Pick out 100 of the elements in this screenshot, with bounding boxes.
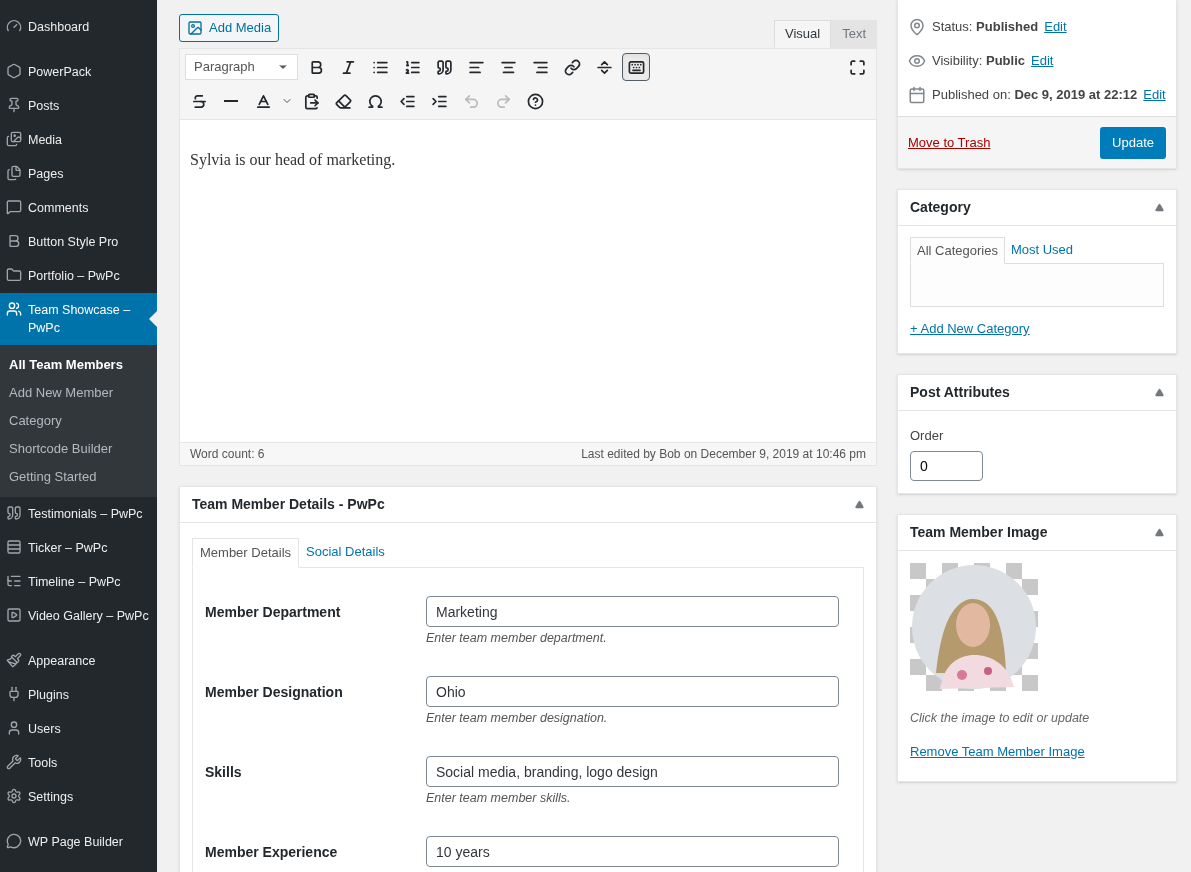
box-title: Team Member Details - PwPc xyxy=(192,495,385,514)
collapse-icon[interactable] xyxy=(855,500,864,509)
remove-image-link[interactable]: Remove Team Member Image xyxy=(910,741,1164,762)
menu-item[interactable]: Ticker – PwPc xyxy=(0,531,157,565)
submenu-item[interactable]: Category xyxy=(0,407,157,435)
category-tab[interactable]: All Categories xyxy=(910,237,1005,264)
menu-item[interactable]: WP Page Builder xyxy=(0,825,157,859)
text-field[interactable]: Ohio xyxy=(426,676,839,707)
menu-item[interactable]: Tools xyxy=(0,746,157,780)
format-select[interactable]: Paragraph xyxy=(185,54,298,80)
current-pointer-icon xyxy=(149,311,157,327)
collapse-icon[interactable] xyxy=(1155,528,1164,537)
text-color-icon xyxy=(254,92,272,110)
submenu-item[interactable]: Shortcode Builder xyxy=(0,435,157,463)
publish-status: Status: Published xyxy=(932,18,1039,37)
media-icon xyxy=(187,20,203,36)
last-edited-note: Last edited by Bob on December 9, 2019 at 10:46 pm xyxy=(581,446,866,463)
box-title: Post Attributes xyxy=(910,382,1010,402)
calendar-icon xyxy=(908,86,926,104)
clear-formatting-icon xyxy=(334,92,352,110)
settings-icon xyxy=(6,788,22,804)
editor-tab[interactable]: Text xyxy=(831,20,877,48)
menu-item[interactable]: Comments xyxy=(0,191,157,225)
submenu-item[interactable]: Getting Started xyxy=(0,463,157,491)
edit-link[interactable]: Edit xyxy=(1044,17,1067,37)
toolbar-toggle-icon xyxy=(627,58,645,76)
menu-item[interactable]: Posts xyxy=(0,89,157,123)
update-button[interactable]: Update xyxy=(1100,126,1166,159)
menu-item[interactable]: Pages xyxy=(0,157,157,191)
undo-icon xyxy=(462,92,480,110)
submenu-item[interactable]: Add New Member xyxy=(0,379,157,407)
link-icon xyxy=(563,58,581,76)
editor-content[interactable]: Sylvia is our head of marketing. xyxy=(180,120,876,442)
paste-text-icon xyxy=(302,92,320,110)
content-paragraph: Sylvia is our head of marketing. xyxy=(190,150,397,171)
menu-item[interactable]: Testimonials – PwPc xyxy=(0,497,157,531)
numbered-list-icon xyxy=(403,58,421,76)
people-icon xyxy=(6,301,22,317)
menu-item[interactable]: Plugins xyxy=(0,678,157,712)
chat-icon xyxy=(6,833,22,849)
menu-item[interactable]: Timeline – PwPc xyxy=(0,565,157,599)
list-icon xyxy=(6,573,22,589)
menu-item[interactable]: Team Showcase – PwPc xyxy=(0,293,157,345)
submenu-item[interactable]: All Team Members xyxy=(0,351,157,379)
field-label: Member Experience xyxy=(205,843,339,862)
order-field[interactable]: 0 xyxy=(910,451,983,481)
menu-item[interactable]: PowerPack xyxy=(0,55,157,89)
text-field[interactable]: 10 years xyxy=(426,836,839,867)
editor-tab[interactable]: Visual xyxy=(773,20,832,48)
text-field[interactable]: Marketing xyxy=(426,596,839,627)
box-title: Team Member Image xyxy=(910,523,1048,542)
publish-status: Published on: Dec 9, 2019 at 22:12 xyxy=(932,86,1138,105)
images-icon xyxy=(6,131,22,147)
field-label: Member Department xyxy=(205,603,342,622)
pin-icon xyxy=(908,18,926,36)
menu-item[interactable]: Portfolio – PwPc xyxy=(0,259,157,293)
field-hint: Enter team member department. xyxy=(426,630,608,647)
order-label: Order xyxy=(910,426,945,445)
pin-icon xyxy=(6,97,22,113)
collapse-icon[interactable] xyxy=(1155,203,1164,212)
trash-link[interactable]: Move to Trash xyxy=(908,132,991,153)
details-tab[interactable]: Social Details xyxy=(299,537,392,567)
details-tab[interactable]: Member Details xyxy=(192,538,300,568)
text-field[interactable]: Social media, branding, logo design xyxy=(426,756,839,787)
menu-item[interactable]: Appearance xyxy=(0,644,157,678)
plug-icon xyxy=(6,686,22,702)
publish-status: Visibility: Public xyxy=(932,52,1025,71)
edit-link[interactable]: Edit xyxy=(1143,85,1166,105)
add-media-button[interactable]: Add Media xyxy=(179,14,280,42)
read-more-icon xyxy=(595,58,613,76)
word-count: Word count: 6 xyxy=(190,446,265,463)
category-tab[interactable]: Most Used xyxy=(1004,236,1080,263)
edit-link[interactable]: Edit xyxy=(1031,51,1054,71)
gauge-icon xyxy=(6,18,22,34)
redo-icon xyxy=(494,92,512,110)
menu-item[interactable]: Video Gallery – PwPc xyxy=(0,599,157,633)
wrench-icon xyxy=(6,754,22,770)
field-label: Member Designation xyxy=(205,683,344,702)
quote-icon xyxy=(435,58,453,76)
pages-icon xyxy=(6,165,22,181)
speech-bubble-icon xyxy=(6,199,22,215)
menu-item[interactable]: Button Style Pro xyxy=(0,225,157,259)
horizontal-line-icon xyxy=(224,100,238,102)
collapse-icon[interactable] xyxy=(1155,387,1164,397)
field-hint: Enter team member designation. xyxy=(426,710,609,727)
menu-item[interactable]: Settings xyxy=(0,780,157,814)
toolbar-toggle-button[interactable] xyxy=(622,53,650,81)
strikethrough-icon xyxy=(190,92,208,110)
box-title: Category xyxy=(910,198,971,217)
menu-item[interactable]: Media xyxy=(0,123,157,157)
folder-icon xyxy=(6,267,22,283)
menu-item[interactable]: Dashboard xyxy=(0,10,157,44)
menu-item[interactable]: Users xyxy=(0,712,157,746)
letter-b-icon xyxy=(6,233,22,249)
add-category-link[interactable]: + Add New Category xyxy=(910,319,1164,339)
hexagon-icon xyxy=(6,63,22,79)
special-character-icon xyxy=(366,92,384,110)
field-label: Skills xyxy=(205,763,243,782)
help-icon xyxy=(526,92,544,110)
brush-icon xyxy=(6,652,22,668)
